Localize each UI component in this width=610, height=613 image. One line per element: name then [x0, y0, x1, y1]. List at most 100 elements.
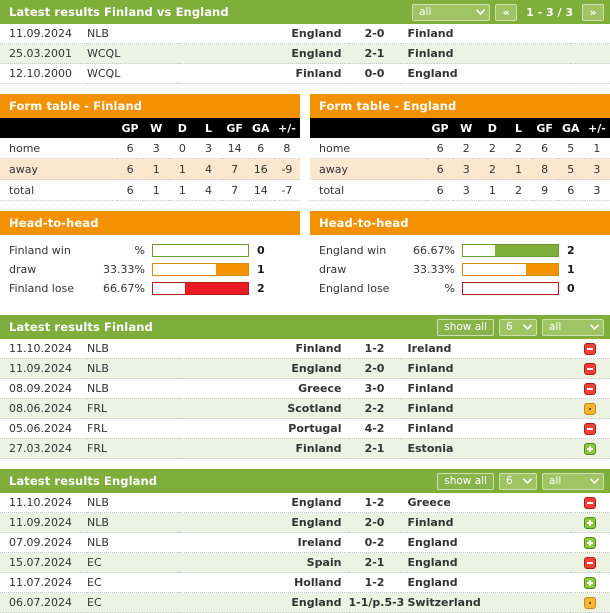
form-column-header: GA	[247, 118, 274, 138]
result-status-cell	[570, 552, 610, 573]
form-row-label: total	[0, 179, 117, 201]
row-count-select[interactable]: 6	[499, 318, 537, 336]
head-to-head-percent: 66.67%	[103, 282, 145, 295]
match-date: 15.07.2024	[0, 552, 87, 573]
competition-filter-value: all	[419, 5, 432, 18]
home-team: England	[179, 24, 349, 44]
head-to-head-row: England lose% 0	[319, 279, 601, 298]
head-to-head-finland: Head-to-head Finland win% 0 draw 33.33% 1 Fin…	[0, 211, 305, 305]
home-team: Holland	[179, 572, 349, 593]
form-table-finland-title: Form table - Finland	[9, 99, 143, 113]
competition-filter-select[interactable]: all	[412, 3, 491, 21]
table-row[interactable]: 08.09.2024 NLB Greece 3-0 Finland	[0, 378, 610, 399]
match-competition: WCQL	[87, 43, 179, 64]
table-row[interactable]: 11.09.2024 NLB England 2-0 Finland	[0, 24, 610, 44]
match-score: 1-2	[348, 339, 401, 359]
head-to-head-count: 1	[257, 263, 265, 276]
head-to-head-finland-bars: Finland win% 0 draw 33.33% 1 Finland lose 66.6…	[0, 235, 300, 305]
form-gp: 6	[427, 179, 454, 201]
form-gf: 14	[221, 138, 248, 159]
row-count-select[interactable]: 6	[499, 472, 537, 490]
away-team: Ireland	[400, 339, 570, 359]
table-row[interactable]: 11.07.2024 EC Holland 1-2 England	[0, 572, 610, 593]
form-w: 1	[143, 179, 170, 201]
competition-filter-select[interactable]: all	[542, 472, 604, 490]
show-all-button[interactable]: show all	[437, 472, 494, 490]
table-row[interactable]: 15.07.2024 EC Spain 2-1 England	[0, 552, 610, 573]
result-loss-icon	[584, 343, 596, 355]
table-row: home 6 2 2 2 6 5 1	[310, 138, 610, 159]
home-team: England	[179, 358, 349, 379]
match-score: 3-0	[348, 378, 401, 399]
match-date: 11.09.2024	[0, 24, 87, 44]
table-row[interactable]: 11.10.2024 NLB Finland 1-2 Ireland	[0, 339, 610, 359]
match-competition: NLB	[87, 24, 179, 44]
prev-page-button[interactable]: «	[495, 3, 518, 21]
form-tables-section: Form table - Finland GP W D L GF GA +/- home 6 3…	[0, 94, 610, 201]
form-row-label: total	[310, 179, 427, 201]
next-page-button[interactable]: »	[582, 3, 604, 21]
head-to-head-england-title: Head-to-head	[319, 216, 409, 230]
table-row[interactable]: 11.09.2024 NLB England 2-0 Finland	[0, 512, 610, 533]
form-column-header: GP	[427, 118, 454, 138]
form-column-header: L	[505, 118, 532, 138]
home-team: Finland	[179, 339, 349, 359]
match-date: 11.10.2024	[0, 339, 87, 359]
form-gd: 8	[273, 138, 300, 159]
spacer	[0, 459, 610, 469]
match-competition: EC	[87, 552, 179, 573]
form-gp: 6	[427, 158, 454, 180]
latest-results-england-header: Latest results England show all 6 all	[0, 469, 610, 493]
table-row[interactable]: 12.10.2000 WCQL Finland 0-0 England	[0, 63, 610, 84]
match-competition: NLB	[87, 358, 179, 379]
competition-filter-select[interactable]: all	[542, 318, 604, 336]
chevron-down-icon	[588, 321, 600, 333]
table-row[interactable]: 27.03.2024 FRL Finland 2-1 Estonia	[0, 438, 610, 459]
form-l: 2	[505, 138, 532, 159]
table-row[interactable]: 11.10.2024 NLB England 1-2 Greece	[0, 493, 610, 513]
match-score: 2-0	[348, 512, 401, 533]
match-date: 12.10.2000	[0, 63, 87, 84]
table-row: total 6 3 1 2 9 6 3	[310, 179, 610, 201]
chevron-down-icon	[474, 6, 486, 18]
form-column-header: +/-	[583, 118, 610, 138]
table-row[interactable]: 25.03.2001 WCQL England 2-1 Finland	[0, 43, 610, 64]
form-gf: 7	[221, 158, 248, 180]
home-team: Finland	[179, 63, 349, 84]
latest-results-england-title: Latest results England	[9, 474, 158, 488]
table-row[interactable]: 07.09.2024 NLB Ireland 0-2 England	[0, 532, 610, 553]
match-score: 2-0	[348, 358, 401, 379]
match-date: 05.06.2024	[0, 418, 87, 439]
show-all-button[interactable]: show all	[437, 318, 494, 336]
head-to-head-bar-fill	[494, 245, 558, 256]
form-column-header: W	[143, 118, 170, 138]
match-score: 0-2	[348, 532, 401, 553]
form-table-england-table: GP W D L GF GA +/- home 6 2 2 2 6 5 1 away 6 3 2 1 8 5 3 total…	[310, 118, 610, 201]
h2h-results-toolbar: all « 1 - 3 / 3 »	[412, 3, 604, 21]
form-column-header: L	[195, 118, 222, 138]
result-loss-icon	[584, 383, 596, 395]
form-l: 4	[195, 179, 222, 201]
away-team: Finland	[400, 358, 570, 379]
form-ga: 6	[557, 179, 584, 201]
match-score: 4-2	[348, 418, 401, 439]
form-w: 3	[453, 158, 480, 180]
match-score: 2-1	[348, 438, 401, 459]
form-gd: 3	[583, 158, 610, 180]
result-status-cell	[570, 24, 610, 44]
away-team: England	[400, 532, 570, 553]
row-count-value: 6	[506, 320, 513, 333]
table-row[interactable]: 11.09.2024 NLB England 2-0 Finland	[0, 358, 610, 379]
result-win-icon	[584, 443, 596, 455]
head-to-head-row: Finland win% 0	[9, 241, 291, 260]
form-ga: 5	[557, 158, 584, 180]
head-to-head-england-header: Head-to-head	[310, 211, 610, 235]
home-team: Spain	[179, 552, 349, 573]
form-ga: 16	[247, 158, 274, 180]
table-row[interactable]: 05.06.2024 FRL Portugal 4-2 Finland	[0, 418, 610, 439]
form-d: 1	[169, 158, 196, 180]
form-gf: 8	[531, 158, 558, 180]
head-to-head-england-bars: England win 66.67% 2 draw 33.33% 1 England los…	[310, 235, 610, 305]
head-to-head-percent: %	[134, 244, 145, 257]
table-row[interactable]: 08.06.2024 FRL Scotland 2-2 Finland	[0, 398, 610, 419]
